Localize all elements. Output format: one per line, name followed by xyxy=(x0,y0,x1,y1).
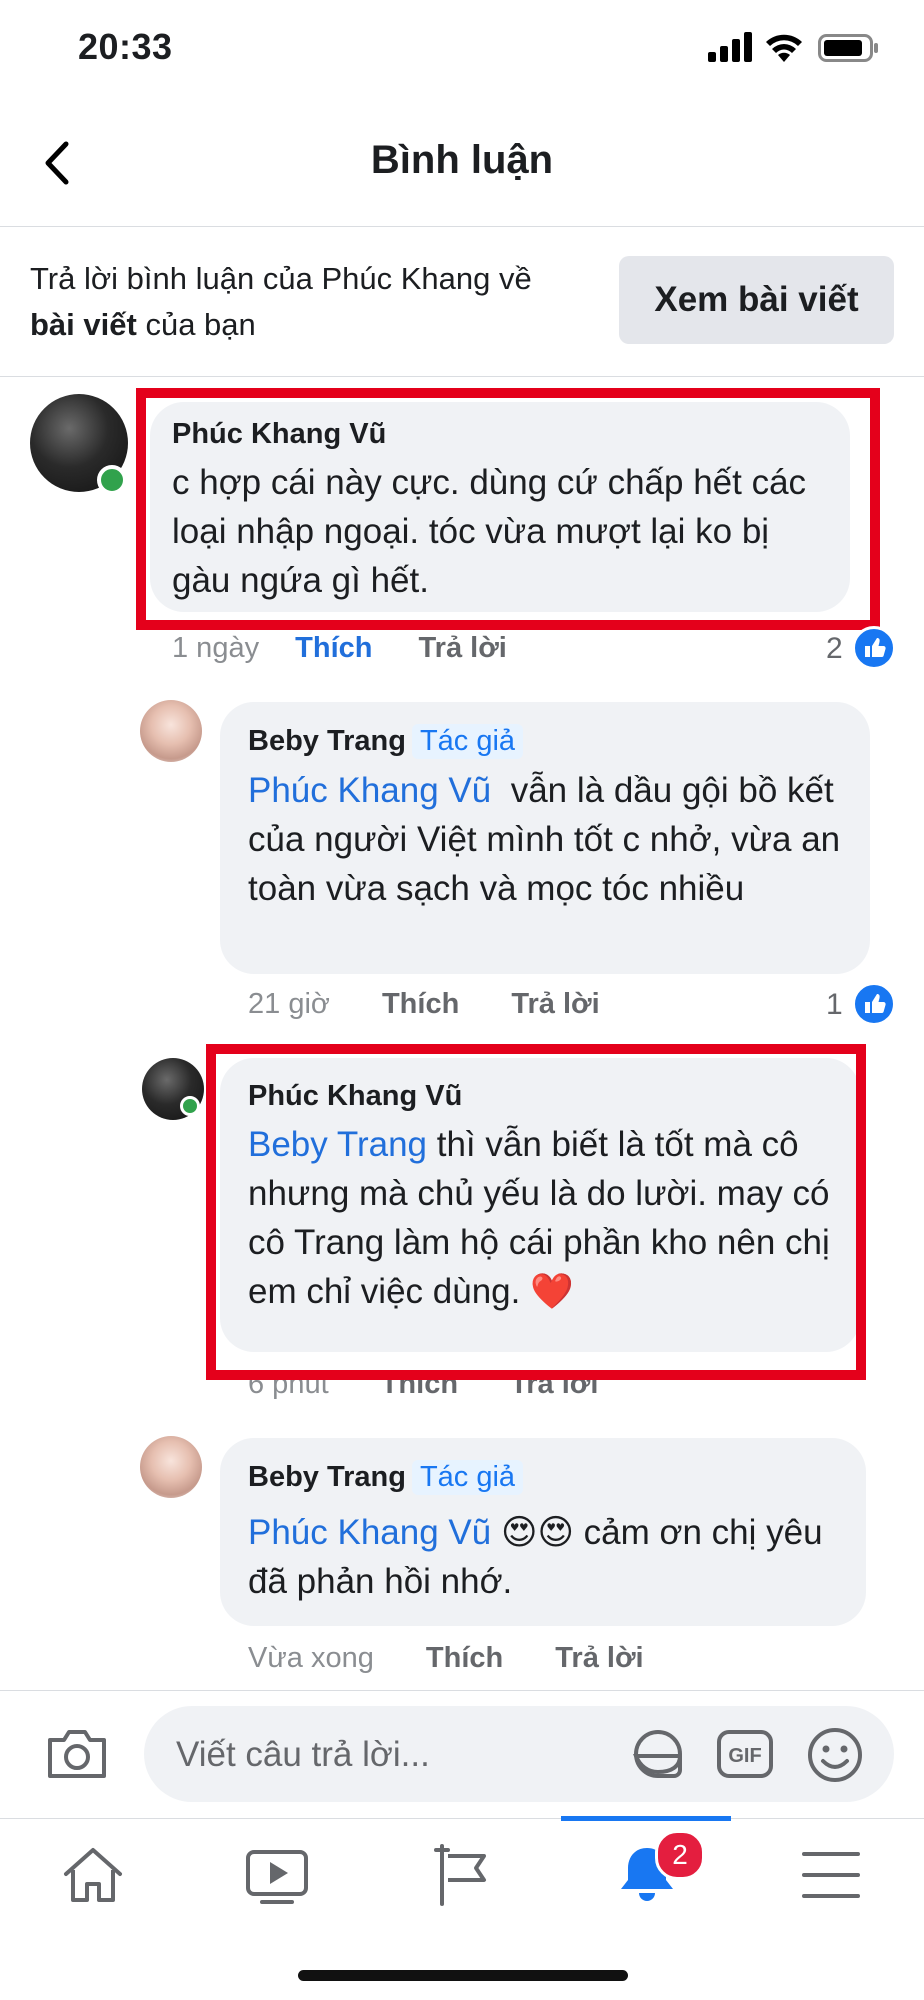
pages-flag-icon[interactable] xyxy=(428,1840,498,1910)
comment-actions: 21 giờ Thích Trả lời xyxy=(248,988,600,1021)
status-time: 20:33 xyxy=(78,26,173,67)
home-indicator[interactable] xyxy=(298,1970,628,1981)
gif-icon-label: GIF xyxy=(728,1745,761,1767)
like-action[interactable]: Thích xyxy=(382,988,459,1020)
comment-actions: Vừa xong Thích Trả lời xyxy=(248,1642,644,1675)
comment-author[interactable]: Beby Trang xyxy=(248,1461,406,1493)
reply-action[interactable]: Trả lời xyxy=(419,632,507,664)
comment-time: Vừa xong xyxy=(248,1642,374,1674)
reaction-count[interactable]: 2 xyxy=(826,632,843,666)
avatar-beby-trang[interactable] xyxy=(140,1436,202,1498)
comment-bubble[interactable]: Beby Trang Tác giả Phúc Khang Vũ 😍😍 cảm ơ… xyxy=(220,1438,866,1626)
home-icon[interactable] xyxy=(58,1840,128,1910)
like-reaction-icon xyxy=(852,626,896,670)
comment-time: 21 giờ xyxy=(248,988,330,1020)
reaction-count[interactable]: 1 xyxy=(826,988,843,1022)
like-action[interactable]: Thích xyxy=(295,632,372,664)
like-reaction-icon xyxy=(852,982,896,1026)
context-text-bold[interactable]: bài viết xyxy=(30,307,137,342)
avatar-beby-trang[interactable] xyxy=(140,700,202,762)
reply-action[interactable]: Trả lời xyxy=(511,988,599,1020)
reply-action[interactable]: Trả lời xyxy=(555,1642,643,1674)
emoji-icon[interactable] xyxy=(806,1726,864,1784)
active-tab-indicator xyxy=(561,1816,731,1821)
header-divider xyxy=(0,226,924,227)
like-action[interactable]: Thích xyxy=(426,1642,503,1674)
context-divider xyxy=(0,376,924,377)
notification-badge: 2 xyxy=(655,1830,705,1880)
comment-text: Phúc Khang Vũ 😍😍 cảm ơn chị yêu đã phản … xyxy=(248,1508,848,1606)
author-badge: Tác giả xyxy=(411,724,524,759)
author-badge: Tác giả xyxy=(411,1460,524,1495)
comment-bubble[interactable]: Beby Trang Tác giả Phúc Khang Vũ vẫn là d… xyxy=(220,702,870,974)
online-indicator xyxy=(97,465,127,495)
camera-icon[interactable] xyxy=(46,1726,108,1780)
context-text-part1: Trả lời bình luận của Phúc Khang về xyxy=(30,261,532,296)
red-highlight-box xyxy=(136,388,880,630)
comment-actions: 1 ngày Thích Trả lời xyxy=(172,632,507,665)
tabbar-divider xyxy=(0,1818,924,1819)
comment-time: 1 ngày xyxy=(172,632,260,664)
mention-link[interactable]: Phúc Khang Vũ xyxy=(248,771,491,810)
view-post-button[interactable]: Xem bài viết xyxy=(619,256,894,344)
sticker-icon[interactable] xyxy=(628,1724,688,1784)
wifi-icon xyxy=(766,34,802,62)
cellular-signal-icon xyxy=(708,32,752,62)
comment-author-line: Beby Trang Tác giả xyxy=(248,1460,524,1495)
mention-link[interactable]: Phúc Khang Vũ xyxy=(248,1513,491,1552)
reply-input[interactable] xyxy=(174,1730,598,1780)
online-indicator xyxy=(180,1096,200,1116)
battery-icon xyxy=(818,34,878,62)
reply-context-text: Trả lời bình luận của Phúc Khang về bài … xyxy=(30,256,610,348)
comment-text: Phúc Khang Vũ vẫn là dầu gội bồ kết của … xyxy=(248,766,848,913)
watch-video-icon[interactable] xyxy=(242,1840,312,1910)
page-title: Bình luận xyxy=(370,138,554,182)
comment-author-line: Beby Trang Tác giả xyxy=(248,724,524,759)
gif-icon[interactable]: GIF xyxy=(716,1726,774,1782)
menu-icon[interactable] xyxy=(796,1840,866,1910)
context-text-part2: của bạn xyxy=(145,307,256,342)
composer-divider xyxy=(0,1690,924,1691)
red-highlight-box xyxy=(206,1044,866,1380)
comment-author[interactable]: Beby Trang xyxy=(248,725,406,757)
